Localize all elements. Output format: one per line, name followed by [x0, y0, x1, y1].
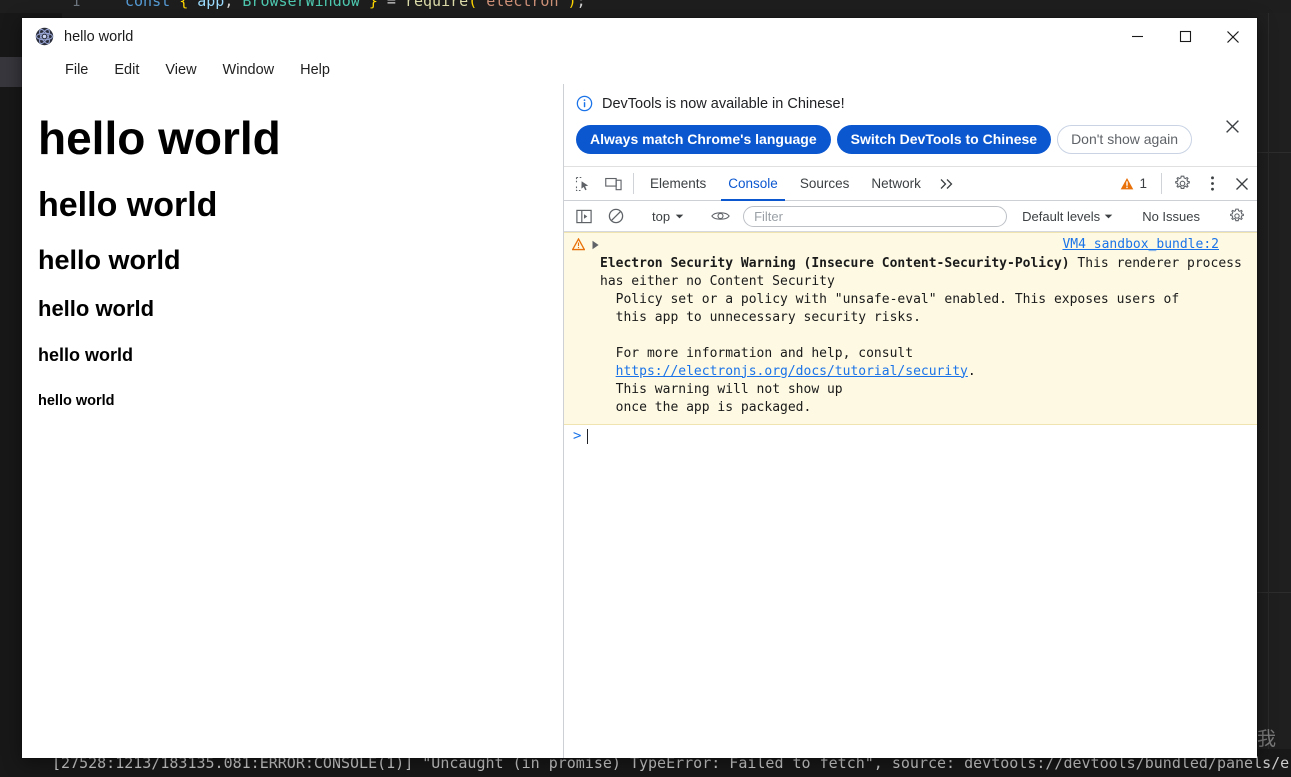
banner-button-group: Always match Chrome's language Switch De… — [576, 125, 1211, 154]
tab-network[interactable]: Network — [860, 167, 932, 200]
window-title: hello world — [64, 28, 134, 45]
close-icon — [1225, 119, 1239, 133]
window-titlebar: hello world — [22, 18, 1257, 55]
always-match-chrome-language-button[interactable]: Always match Chrome's language — [576, 125, 831, 154]
tab-console[interactable]: Console — [717, 167, 789, 201]
heading-h1: hello world — [38, 112, 281, 164]
console-prompt-cursor — [587, 428, 589, 444]
tabbar-spacer — [962, 167, 1112, 200]
live-expression-button[interactable] — [705, 209, 735, 223]
console-issues-button[interactable]: No Issues — [1135, 209, 1207, 224]
dont-show-again-button[interactable]: Don't show again — [1057, 125, 1193, 154]
console-settings-button[interactable] — [1222, 208, 1252, 224]
warning-triangle-icon — [572, 238, 585, 251]
device-toolbar-button[interactable] — [598, 167, 628, 200]
devtools-tabbar: Elements Console Sources Network 1 — [564, 167, 1257, 201]
info-icon — [576, 95, 593, 112]
console-context-selector[interactable]: top — [646, 209, 690, 224]
heading-h3: hello world — [38, 244, 181, 275]
console-sidebar-toggle-button[interactable] — [569, 209, 599, 224]
console-message-source-link[interactable]: VM4 sandbox_bundle:2 — [1062, 237, 1219, 252]
rendered-page-content: hello world hello world hello world hell… — [22, 84, 563, 758]
live-expression-icon — [710, 212, 730, 220]
triangle-right-icon[interactable] — [591, 240, 600, 250]
vscode-code-line: 1 const { app, BrowserWindow } = require… — [0, 0, 1291, 13]
console-prompt-caret: > — [573, 428, 582, 445]
tab-elements[interactable]: Elements — [639, 167, 717, 200]
console-sidebar-icon — [576, 209, 592, 223]
banner-message-row: DevTools is now available in Chinese! — [576, 95, 1211, 112]
console-message-link[interactable]: https://electronjs.org/docs/tutorial/sec… — [616, 364, 968, 379]
more-tabs-button[interactable] — [932, 167, 962, 200]
menu-item-file[interactable]: File — [52, 59, 101, 81]
devtools-close-button[interactable] — [1227, 167, 1257, 200]
chevron-down-icon — [1104, 214, 1113, 218]
menu-item-edit[interactable]: Edit — [101, 59, 152, 81]
window-body: hello world hello world hello world hell… — [22, 84, 1257, 758]
inspect-element-button[interactable] — [568, 167, 598, 200]
clear-console-icon — [608, 208, 624, 224]
close-icon — [1236, 177, 1248, 190]
electron-atom-icon — [35, 27, 54, 46]
electron-app-window: hello world File Edit View Window Help h… — [22, 18, 1257, 758]
devtools-settings-button[interactable] — [1167, 167, 1197, 200]
console-issues-label: No Issues — [1142, 208, 1200, 224]
inspect-element-icon — [575, 176, 589, 191]
console-warning-message[interactable]: VM4 sandbox_bundle:2 Electron Security W… — [564, 232, 1257, 426]
heading-h5: hello world — [38, 345, 134, 366]
application-menubar: File Edit View Window Help — [22, 55, 1257, 84]
vscode-line-number: 1 — [72, 0, 81, 10]
devtools-language-banner: DevTools is now available in Chinese! Al… — [564, 84, 1257, 167]
tabbar-divider — [633, 173, 634, 194]
banner-close-button[interactable] — [1219, 113, 1245, 139]
window-close-button[interactable] — [1209, 18, 1257, 55]
console-levels-selector[interactable]: Default levels — [1015, 209, 1120, 224]
chevron-double-right-icon — [940, 178, 953, 189]
console-prompt-row[interactable]: > — [564, 425, 1257, 447]
window-maximize-button[interactable] — [1161, 18, 1209, 55]
vscode-minimap-divider — [1268, 13, 1269, 749]
warning-count: 1 — [1139, 176, 1147, 191]
console-output: VM4 sandbox_bundle:2 Electron Security W… — [564, 232, 1257, 758]
gear-icon — [1174, 175, 1190, 190]
tab-sources[interactable]: Sources — [789, 167, 861, 200]
device-toolbar-icon — [604, 177, 622, 190]
menu-item-view[interactable]: View — [152, 59, 209, 81]
heading-h2: hello world — [38, 185, 218, 224]
heading-h4: hello world — [38, 295, 155, 321]
console-message-body-1: This renderer process has either no Cont… — [600, 256, 1242, 361]
console-message-title: Electron Security Warning (Insecure Cont… — [600, 256, 1070, 271]
banner-message: DevTools is now available in Chinese! — [602, 95, 845, 112]
warning-count-badge[interactable]: 1 — [1111, 167, 1156, 200]
warning-triangle-icon — [1121, 177, 1134, 189]
vscode-code-text: const { app, BrowserWindow } = require('… — [125, 0, 586, 10]
banner-content: DevTools is now available in Chinese! Al… — [576, 95, 1211, 154]
console-toolbar: top Default levels — [564, 201, 1257, 232]
console-levels-label: Default levels — [1022, 208, 1101, 224]
window-minimize-button[interactable] — [1113, 18, 1161, 55]
console-filter-input[interactable] — [743, 205, 1008, 227]
titlebar-left-group: hello world — [22, 27, 1113, 46]
console-context-value: top — [652, 208, 671, 224]
switch-devtools-to-chinese-button[interactable]: Switch DevTools to Chinese — [836, 125, 1052, 154]
heading-h6: hello world — [38, 392, 115, 409]
console-message-text: Electron Security Warning (Insecure Cont… — [572, 255, 1249, 416]
clear-console-button[interactable] — [601, 208, 631, 224]
chevron-down-icon — [675, 214, 684, 218]
devtools-more-options-button[interactable] — [1197, 167, 1227, 200]
gear-icon — [1230, 208, 1244, 222]
menu-item-help[interactable]: Help — [287, 59, 343, 81]
devtools-panel: DevTools is now available in Chinese! Al… — [563, 84, 1257, 758]
menu-item-window[interactable]: Window — [210, 59, 288, 81]
kebab-menu-icon — [1210, 176, 1214, 191]
tabbar-divider-right — [1161, 173, 1162, 194]
